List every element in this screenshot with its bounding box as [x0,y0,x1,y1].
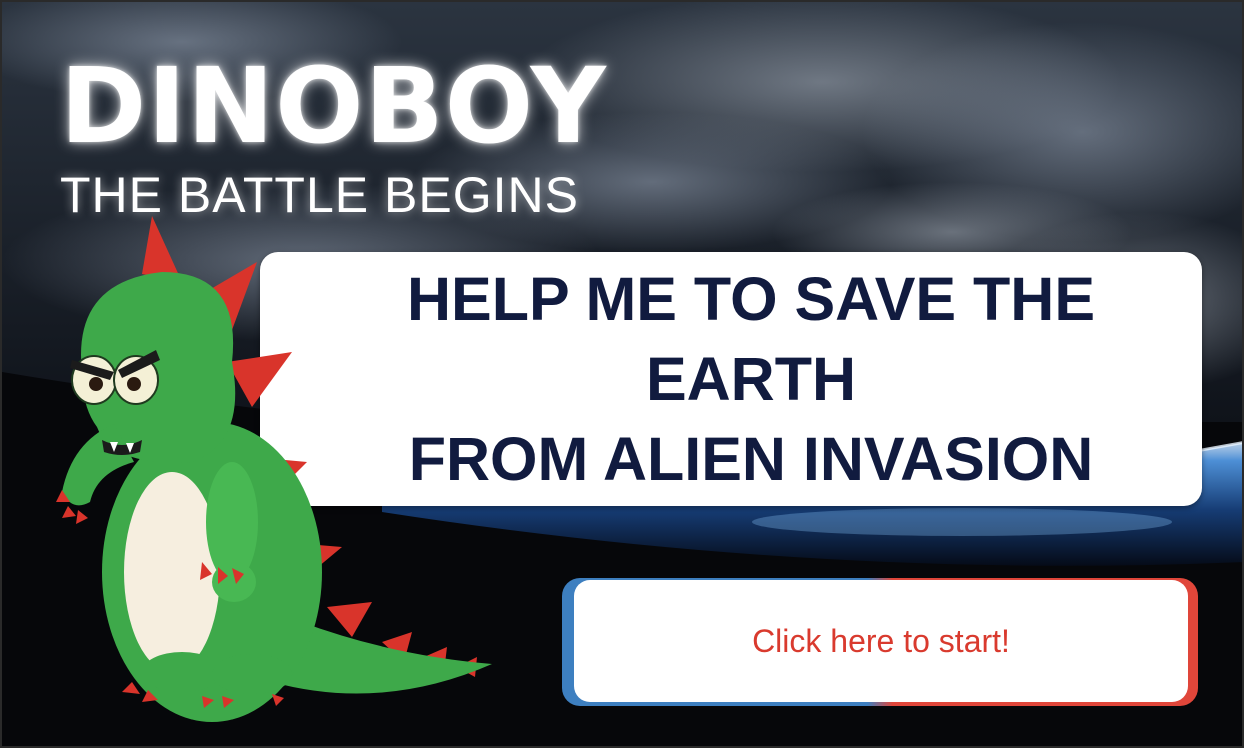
start-button[interactable]: Click here to start! [574,580,1188,702]
start-button-frame: Click here to start! [562,578,1198,706]
dinoboy-character-illustration [56,216,492,722]
game-start-screen: DINOBOY THE BATTLE BEGINS HELP ME TO SAV… [0,0,1244,748]
game-title: DINOBOY [60,45,607,167]
title-block: DINOBOY THE BATTLE BEGINS [60,54,607,220]
